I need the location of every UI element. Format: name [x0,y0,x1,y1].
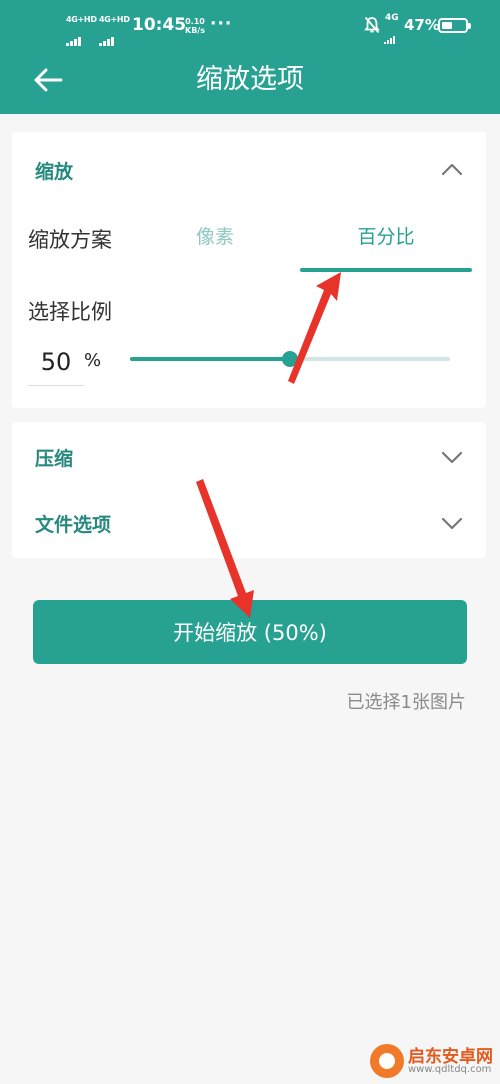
more-notifications-icon: ··· [210,14,233,34]
tab-indicator [300,268,472,272]
more-options-card: 压缩 文件选项 [12,422,486,558]
scale-scheme-label: 缩放方案 [28,228,112,252]
status-time: 10:45 [132,15,187,35]
tab-percentage[interactable]: 百分比 [300,222,472,252]
ratio-input[interactable]: 50 [28,340,84,386]
zoom-section-title: 缩放 [35,161,74,183]
selected-images-count: 已选择1张图片 [346,692,466,713]
speed-value: 0.10 [185,17,205,26]
file-options-section-title: 文件选项 [35,514,112,536]
file-options-section-header[interactable]: 文件选项 [12,490,486,558]
signal-1-label: 4G+HD [66,15,97,24]
network-4g-signal-icon [384,25,396,44]
speed-unit: KB/s [185,26,205,35]
zoom-section-card: 缩放 缩放方案 像素 百分比 选择比例 50 % [12,132,486,408]
battery-fill [442,22,453,29]
compress-section-header[interactable]: 压缩 [12,422,486,490]
arrow-left-icon [34,68,63,92]
tab-pixel[interactable]: 像素 [160,222,270,252]
slider-thumb[interactable] [282,351,298,367]
slider-active-track [130,357,290,361]
site-watermark: 启东安卓网 www.qdltdq.com [370,1040,498,1080]
network-4g-label: 4G [385,13,399,23]
chevron-up-icon [441,163,463,176]
signal-1-icon: 4G+HD [66,14,97,46]
back-button[interactable] [26,60,70,100]
signal-2-icon: 4G+HD [99,14,130,46]
app-bar: 4G+HD 4G+HD 10:45 0.10 KB/s ··· 4G 47% 缩… [0,0,500,114]
percent-unit: % [84,350,102,371]
chevron-down-icon [441,451,463,464]
battery-icon [438,18,471,33]
zoom-section-header[interactable]: 缩放 [12,132,486,208]
chevron-down-icon [441,517,463,530]
ratio-slider[interactable] [130,348,450,370]
watermark-url: www.qdltdq.com [408,1064,492,1075]
scale-ratio-label: 选择比例 [28,300,112,324]
battery-percentage: 47% [404,16,440,34]
bell-muted-icon [364,16,380,34]
watermark-logo-icon [370,1044,404,1078]
signal-2-label: 4G+HD [99,15,130,24]
network-speed: 0.10 KB/s [185,17,205,35]
start-scaling-button[interactable]: 开始缩放 (50%) [33,600,467,664]
compress-section-title: 压缩 [35,448,74,470]
status-bar: 4G+HD 4G+HD 10:45 0.10 KB/s ··· 4G 47% [0,0,500,56]
page-title: 缩放选项 [196,64,304,95]
